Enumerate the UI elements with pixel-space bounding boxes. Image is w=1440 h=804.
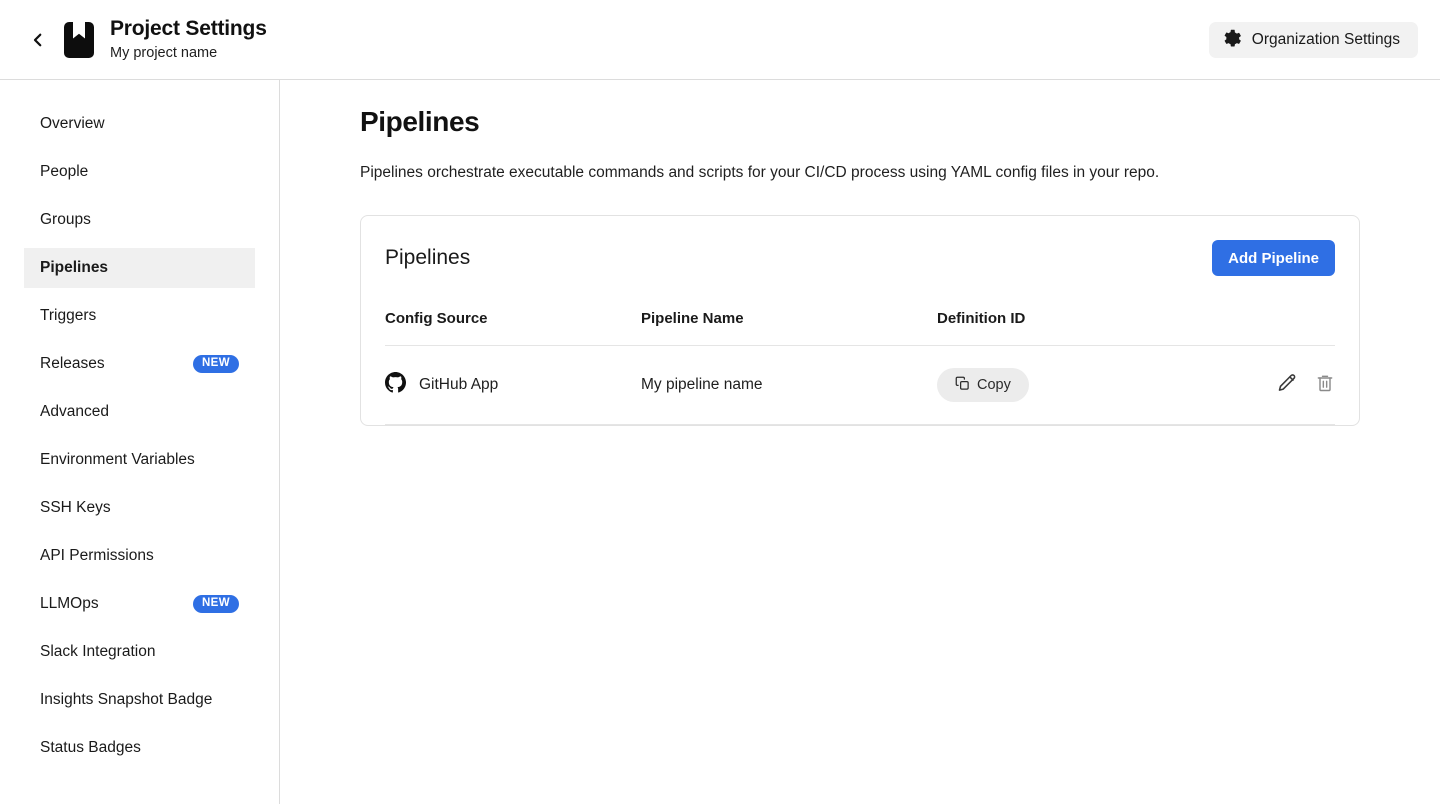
new-badge: NEW [192, 354, 239, 374]
card-title: Pipelines [385, 246, 471, 269]
sidebar-item-insights-snapshot-badge[interactable]: Insights Snapshot Badge [24, 680, 255, 720]
copy-label: Copy [977, 377, 1011, 393]
organization-settings-button[interactable]: Organization Settings [1208, 22, 1418, 58]
sidebar-item-environment-variables[interactable]: Environment Variables [24, 440, 255, 480]
copy-icon [955, 376, 970, 395]
cell-pipeline-name: My pipeline name [641, 345, 937, 425]
pipelines-card: Pipelines Add Pipeline Config Source Pip… [360, 215, 1360, 426]
project-name: My project name [110, 45, 218, 62]
column-header-pipeline-name: Pipeline Name [641, 298, 937, 346]
sidebar-item-releases[interactable]: Releases NEW [24, 344, 255, 384]
sidebar-item-label: Groups [40, 211, 91, 228]
sidebar-item-label: Overview [40, 115, 105, 132]
github-icon [385, 372, 406, 398]
back-button[interactable] [18, 20, 58, 60]
sidebar-item-label: Releases [40, 355, 105, 372]
add-pipeline-button[interactable]: Add Pipeline [1212, 240, 1335, 276]
main-page-title: Pipelines [360, 106, 480, 137]
trash-icon [1315, 373, 1335, 396]
sidebar-item-api-permissions[interactable]: API Permissions [24, 536, 255, 576]
card-header: Pipelines Add Pipeline [385, 240, 1335, 298]
column-header-definition-id: Definition ID [937, 298, 1215, 346]
table-header-row: Config Source Pipeline Name Definition I… [385, 298, 1335, 346]
pipelines-table: Config Source Pipeline Name Definition I… [385, 298, 1335, 425]
sidebar-item-label: API Permissions [40, 547, 154, 564]
sidebar-item-slack-integration[interactable]: Slack Integration [24, 632, 255, 672]
sidebar-item-label: Slack Integration [40, 643, 156, 660]
sidebar-item-triggers[interactable]: Triggers [24, 296, 255, 336]
main-content: Pipelines Pipelines orchestrate executab… [280, 80, 1440, 804]
table-row: GitHub App My pipeline name Copy [385, 345, 1335, 425]
sidebar-item-label: People [40, 163, 89, 180]
cell-config-source: GitHub App [385, 345, 641, 425]
top-header: Project Settings My project name Organiz… [0, 0, 1440, 80]
sidebar-item-label: Status Badges [40, 739, 141, 756]
header-title-block: Project Settings My project name [110, 17, 267, 62]
sidebar-item-label: LLMOps [40, 595, 99, 612]
sidebar-item-label: SSH Keys [40, 499, 111, 516]
sidebar-item-ssh-keys[interactable]: SSH Keys [24, 488, 255, 528]
sidebar-item-people[interactable]: People [24, 152, 255, 192]
organization-settings-label: Organization Settings [1251, 31, 1400, 48]
edit-pipeline-button[interactable] [1277, 373, 1297, 396]
delete-pipeline-button[interactable] [1315, 373, 1335, 396]
chevron-left-icon [29, 31, 47, 49]
pencil-icon [1277, 373, 1297, 396]
table-header: Config Source Pipeline Name Definition I… [385, 298, 1335, 346]
book-bookmark-icon [64, 21, 94, 58]
sidebar-item-llmops[interactable]: LLMOps NEW [24, 584, 255, 624]
gear-icon [1223, 29, 1242, 51]
sidebar-item-label: Insights Snapshot Badge [40, 691, 213, 708]
body-wrapper: Overview People Groups Pipelines Triggers Rel… [0, 80, 1440, 804]
copy-definition-id-button[interactable]: Copy [937, 368, 1029, 402]
sidebar-item-advanced[interactable]: Advanced [24, 392, 255, 432]
cell-row-actions [1215, 345, 1335, 425]
sidebar-item-overview[interactable]: Overview [24, 104, 255, 144]
new-badge: NEW [192, 594, 239, 614]
sidebar-item-status-badges[interactable]: Status Badges [24, 728, 255, 768]
sidebar-item-pipelines[interactable]: Pipelines [24, 248, 255, 288]
sidebar-nav: Overview People Groups Pipelines Triggers Rel… [0, 80, 280, 804]
main-page-description: Pipelines orchestrate executable command… [360, 164, 1160, 181]
sidebar-item-label: Pipelines [40, 259, 109, 276]
table-body: GitHub App My pipeline name Copy [385, 345, 1335, 425]
sidebar-item-label: Triggers [40, 307, 97, 324]
sidebar-item-groups[interactable]: Groups [24, 200, 255, 240]
sidebar-item-label: Environment Variables [40, 451, 195, 468]
page-title: Project Settings [110, 17, 267, 41]
column-header-actions [1215, 298, 1335, 346]
config-source-label: GitHub App [419, 376, 499, 393]
sidebar-item-label: Advanced [40, 403, 109, 420]
column-header-config-source: Config Source [385, 298, 641, 346]
cell-definition-id: Copy [937, 345, 1215, 425]
